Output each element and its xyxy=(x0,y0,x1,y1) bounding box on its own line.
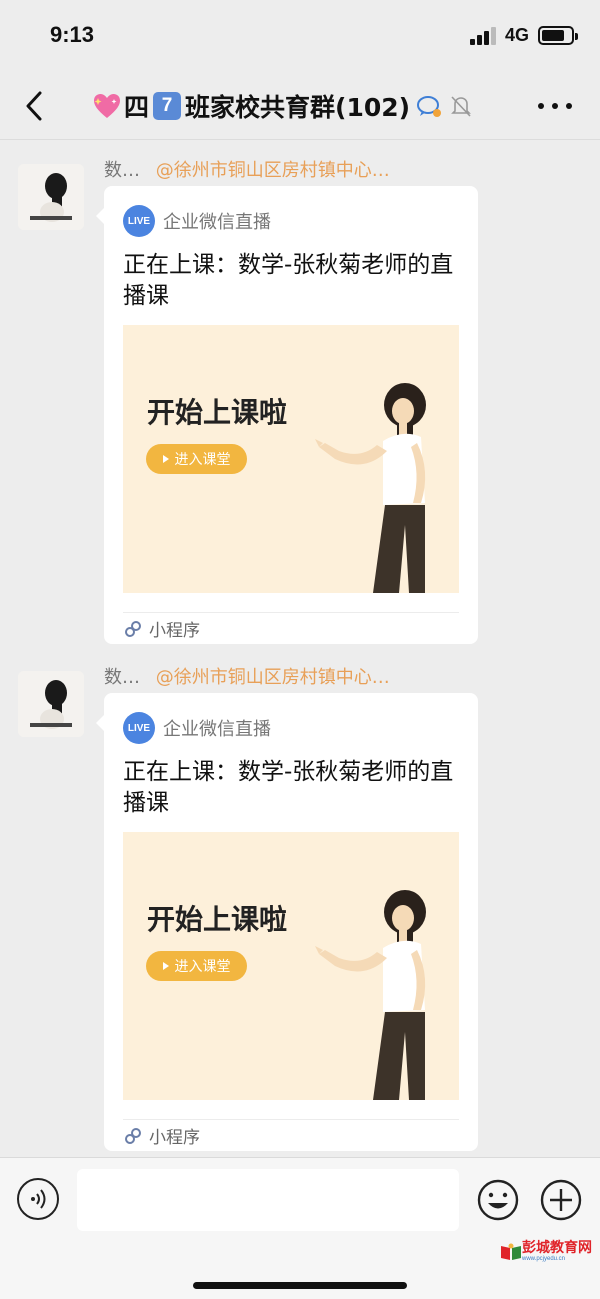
teacher-illustration xyxy=(315,383,426,593)
card-header: LIVE 企业微信直播 xyxy=(123,712,271,744)
avatar[interactable] xyxy=(18,671,84,737)
card-footer: 小程序 xyxy=(123,1119,459,1151)
mute-bell-icon xyxy=(451,96,471,117)
card-source: 企业微信直播 xyxy=(163,719,271,740)
nav-bar: 四 7 班家校共育群(102) xyxy=(0,72,600,140)
voice-icon xyxy=(31,1189,46,1209)
message-input[interactable] xyxy=(77,1169,459,1231)
live-badge: LIVE xyxy=(123,205,155,237)
network-type: 4G xyxy=(505,25,530,45)
chat-title-prefix: 四 xyxy=(124,93,150,122)
back-chevron-icon xyxy=(26,91,42,121)
voice-input-button[interactable] xyxy=(17,1178,59,1220)
sender-mention: @徐州市铜山区房村镇中心… xyxy=(155,667,390,688)
mini-program-label: 小程序 xyxy=(149,621,200,641)
mini-program-label: 小程序 xyxy=(149,1128,200,1148)
chat-bubble-icon xyxy=(417,96,442,117)
chat-screen: 9:13 4G 四 7 班家校共育群(102) 数… @徐州市铜山区房村镇中心…… xyxy=(0,0,600,1299)
sender-line: 数… @徐州市铜山区房村镇中心… xyxy=(104,156,390,182)
teacher-illustration xyxy=(315,890,426,1100)
status-bar: 9:13 4G xyxy=(0,0,600,72)
banner-headline: 开始上课啦 xyxy=(147,396,288,429)
sender-name[interactable]: 数… xyxy=(104,160,140,181)
emoji-button[interactable] xyxy=(476,1178,520,1222)
sparkling-heart-icon xyxy=(94,94,120,118)
site-watermark: 彭城教育网 www.pcjyedu.cn xyxy=(500,1241,592,1262)
enter-classroom-label: 进入课堂 xyxy=(174,959,231,975)
avatar[interactable] xyxy=(18,164,84,230)
sender-name[interactable]: 数… xyxy=(104,667,140,688)
live-badge: LIVE xyxy=(123,712,155,744)
signal-icon xyxy=(470,27,498,45)
input-bar: 彭城教育网 www.pcjyedu.cn xyxy=(0,1157,600,1299)
watermark-sub: www.pcjyedu.cn xyxy=(522,1256,566,1262)
watermark-main: 彭城教育网 xyxy=(522,1240,592,1256)
chat-message: 数… @徐州市铜山区房村镇中心… LIVE 企业微信直播 正在上课：数学-张秋菊… xyxy=(0,649,600,1169)
live-class-card[interactable]: LIVE 企业微信直播 正在上课：数学-张秋菊老师的直播课 开始上课啦 进入课堂 xyxy=(96,693,478,1151)
card-header: LIVE 企业微信直播 xyxy=(123,205,271,237)
sender-mention: @徐州市铜山区房村镇中心… xyxy=(155,160,390,181)
play-icon xyxy=(162,962,169,970)
live-class-card[interactable]: LIVE 企业微信直播 正在上课：数学-张秋菊老师的直播课 开始上课啦 进入课堂 xyxy=(96,186,478,644)
enter-classroom-label: 进入课堂 xyxy=(174,452,231,468)
chat-message: 数… @徐州市铜山区房村镇中心… LIVE 企业微信直播 正在上课：数学-张秋菊… xyxy=(0,142,600,662)
card-footer: 小程序 xyxy=(123,612,459,644)
more-options-button[interactable] xyxy=(538,94,572,116)
home-indicator[interactable] xyxy=(193,1282,407,1289)
chat-title-suffix: 班家校共育群(102) xyxy=(185,93,411,122)
mini-program-icon xyxy=(125,1127,141,1144)
status-time: 9:13 xyxy=(50,22,95,47)
play-icon xyxy=(162,455,169,463)
battery-icon xyxy=(538,26,578,45)
book-logo-icon xyxy=(501,1243,521,1260)
card-title: 正在上课：数学-张秋菊老师的直播课 xyxy=(123,252,454,309)
more-functions-button[interactable] xyxy=(539,1178,583,1222)
card-title: 正在上课：数学-张秋菊老师的直播课 xyxy=(123,759,454,816)
class-banner[interactable]: 开始上课啦 进入课堂 xyxy=(123,325,459,593)
plus-icon xyxy=(540,1179,582,1221)
banner-headline: 开始上课啦 xyxy=(147,903,288,936)
back-button[interactable] xyxy=(16,86,56,126)
sender-line: 数… @徐州市铜山区房村镇中心… xyxy=(104,663,390,689)
card-source: 企业微信直播 xyxy=(163,212,271,233)
mini-program-icon xyxy=(125,620,141,637)
chat-title: 四 7 班家校共育群(102) xyxy=(92,88,474,124)
enter-classroom-button[interactable]: 进入课堂 xyxy=(146,444,247,474)
title-number-badge: 7 xyxy=(153,92,182,120)
smiley-icon xyxy=(477,1179,519,1221)
class-banner[interactable]: 开始上课啦 进入课堂 xyxy=(123,832,459,1100)
enter-classroom-button[interactable]: 进入课堂 xyxy=(146,951,247,981)
